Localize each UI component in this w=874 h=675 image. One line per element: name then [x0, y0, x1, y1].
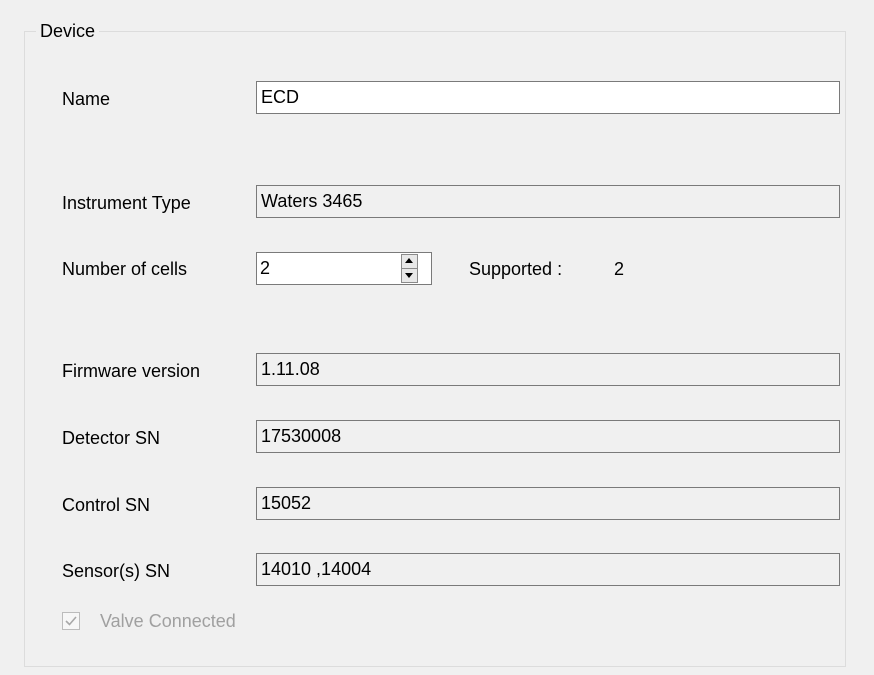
- sensors-sn-label: Sensor(s) SN: [62, 561, 171, 581]
- supported-label: Supported :: [469, 259, 563, 279]
- valve-connected-label: Valve Connected: [100, 611, 236, 631]
- chevron-down-icon: [405, 273, 413, 278]
- control-sn-label: Control SN: [62, 495, 151, 515]
- stepper-up-button[interactable]: [402, 255, 417, 269]
- instrument-type-label: Instrument Type: [62, 193, 191, 213]
- number-of-cells-stepper[interactable]: 2: [256, 252, 432, 285]
- stepper-down-button[interactable]: [402, 269, 417, 282]
- detector-sn-field: 17530008: [256, 420, 840, 453]
- firmware-version-field: 1.11.08: [256, 353, 840, 386]
- sensors-sn-field: 14010 ,14004: [256, 553, 840, 586]
- chevron-up-icon: [405, 258, 413, 263]
- name-input[interactable]: ECD: [256, 81, 840, 114]
- stepper-buttons: [401, 254, 418, 283]
- checkmark-icon: [65, 616, 77, 626]
- control-sn-field: 15052: [256, 487, 840, 520]
- name-label: Name: [62, 89, 111, 109]
- instrument-type-field: Waters 3465: [256, 185, 840, 218]
- valve-connected-checkbox[interactable]: [62, 612, 80, 630]
- detector-sn-label: Detector SN: [62, 428, 161, 448]
- firmware-version-label: Firmware version: [62, 361, 201, 381]
- device-group-title: Device: [36, 20, 100, 42]
- supported-value: 2: [614, 259, 625, 279]
- number-of-cells-value[interactable]: 2: [260, 253, 270, 284]
- number-of-cells-label: Number of cells: [62, 259, 188, 279]
